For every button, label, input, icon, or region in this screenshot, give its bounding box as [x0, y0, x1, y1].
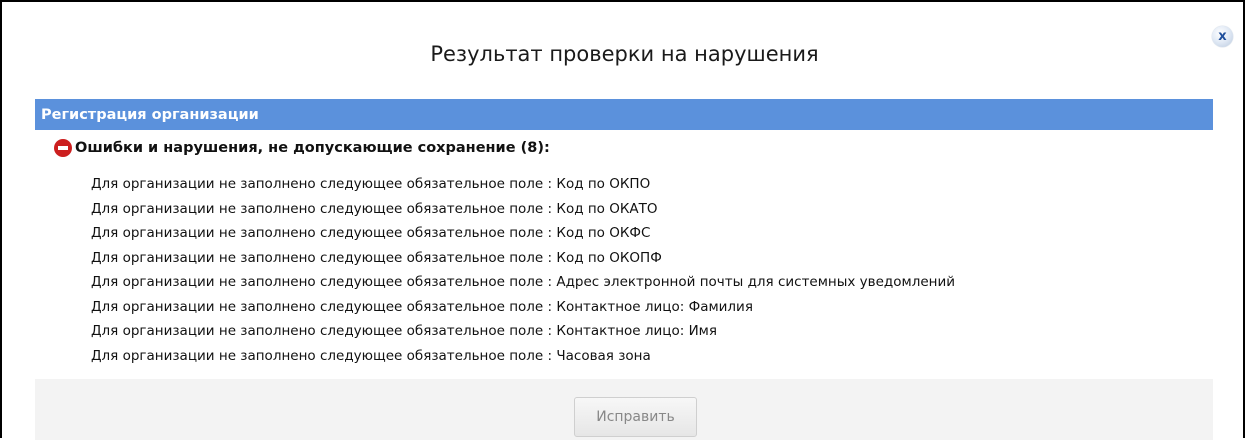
list-item: Для организации не заполнено следующее о… [91, 249, 662, 266]
section-header-label: Регистрация организации [41, 106, 259, 123]
list-item: Для организации не заполнено следующее о… [91, 225, 651, 241]
error-list: Для организации не заполнено следующее о… [91, 172, 955, 368]
list-item: Для организации не заполнено следующее о… [91, 274, 956, 290]
errors-heading-label: Ошибки и нарушения, не допускающие сохра… [75, 140, 550, 156]
fix-button[interactable]: Исправить [574, 397, 697, 437]
list-item: Для организации не заполнено следующее о… [91, 200, 658, 217]
stop-icon [54, 139, 72, 157]
list-item: Для организации не заполнено следующее о… [91, 323, 717, 339]
dialog-footer: Исправить [35, 379, 1213, 440]
close-icon: x [1218, 28, 1227, 44]
errors-heading: Ошибки и нарушения, не допускающие сохра… [54, 139, 550, 157]
list-item: Для организации не заполнено следующее о… [91, 298, 753, 315]
violations-dialog: x Результат проверки на нарушения Регист… [0, 0, 1245, 440]
list-item: Для организации не заполнено следующее о… [91, 347, 651, 364]
dialog-title: Результат проверки на нарушения [430, 42, 819, 66]
list-item: Для организации не заполнено следующее о… [91, 176, 651, 192]
section-header: Регистрация организации [35, 99, 1213, 130]
